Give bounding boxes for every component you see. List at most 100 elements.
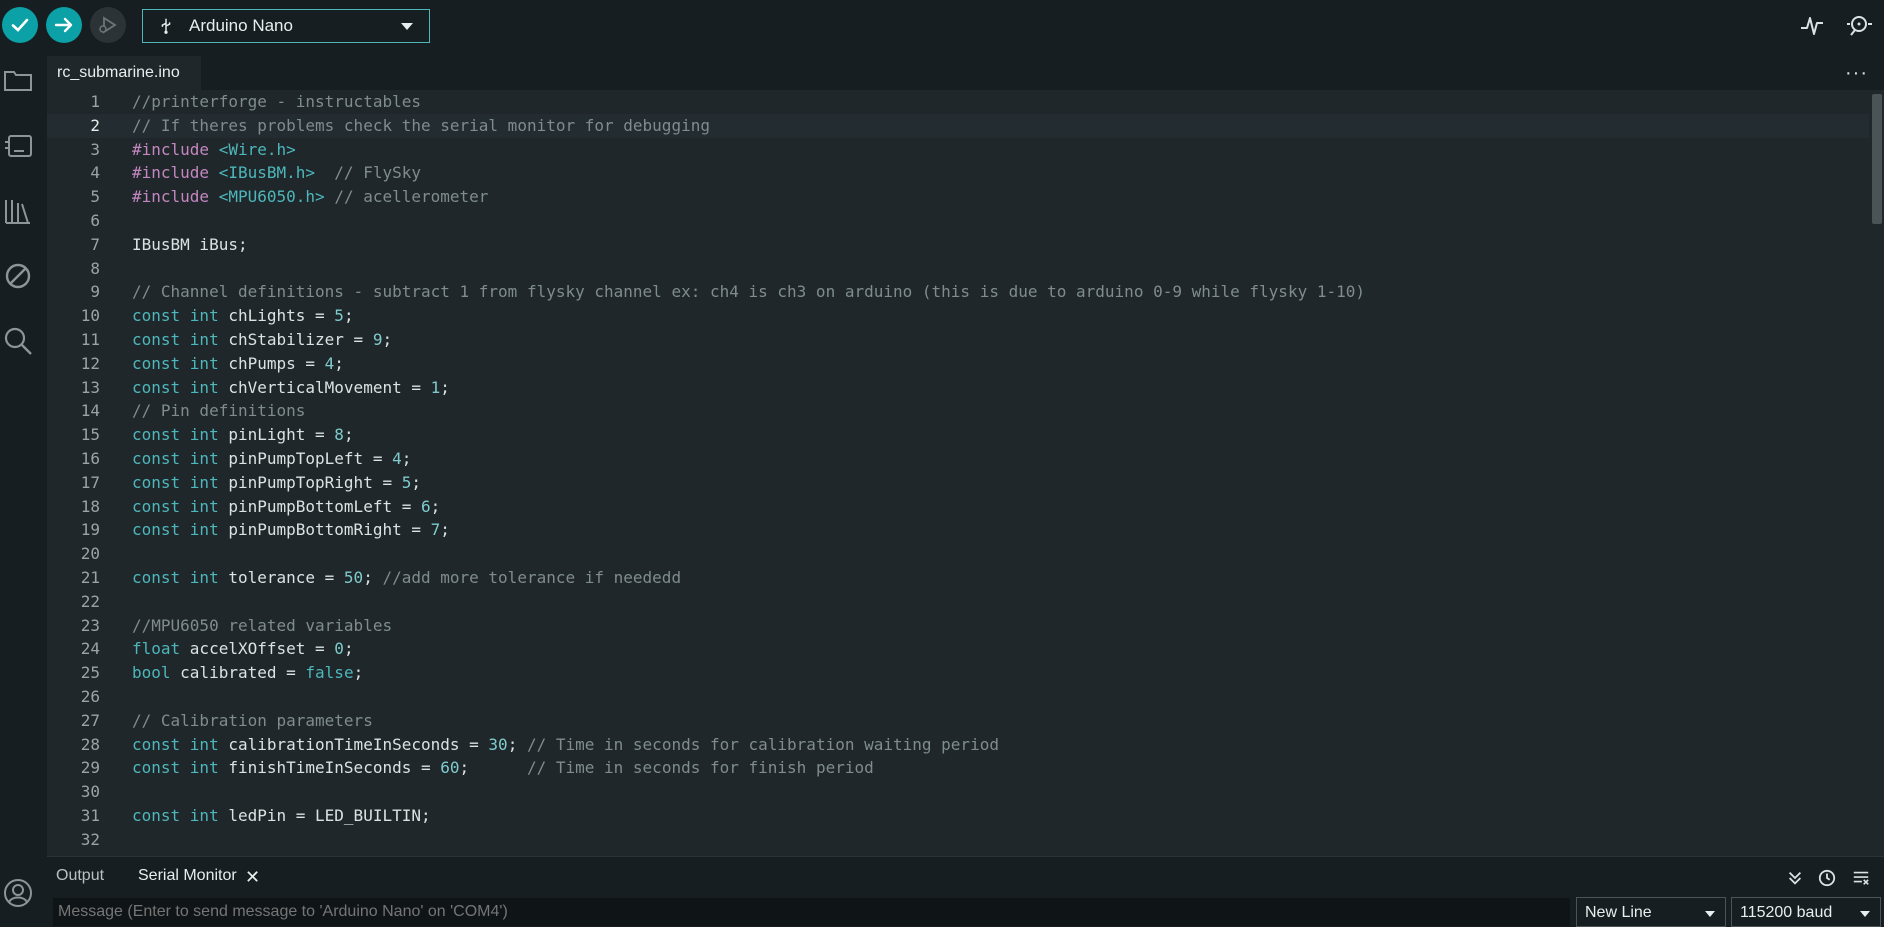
- code-line[interactable]: 20: [47, 542, 1869, 566]
- line-number: 32: [80, 829, 100, 849]
- line-number: 4: [90, 163, 100, 183]
- chevron-down-icon: [1705, 911, 1715, 917]
- file-tab[interactable]: rc_submarine.ino: [47, 56, 201, 90]
- code-text: #include <IBusBM.h> // FlySky: [132, 163, 421, 183]
- code-line[interactable]: 18 const int pinPumpBottomLeft = 6;: [47, 495, 1869, 519]
- code-line[interactable]: 11 const int chStabilizer = 9;: [47, 328, 1869, 352]
- code-line[interactable]: 21 const int tolerance = 50; //add more t…: [47, 566, 1869, 590]
- serial-plotter-button[interactable]: [1799, 12, 1825, 38]
- debug-button[interactable]: [90, 7, 126, 43]
- code-text: const int chPumps = 4;: [132, 353, 344, 373]
- code-line[interactable]: 24 float accelXOffset = 0;: [47, 637, 1869, 661]
- code-line[interactable]: 28 const int calibrationTimeInSeconds = 3…: [47, 733, 1869, 757]
- code-text: const int tolerance = 50; //add more tol…: [132, 568, 682, 587]
- line-number: 16: [80, 449, 100, 468]
- vertical-scrollbar[interactable]: [1869, 90, 1884, 856]
- code-line[interactable]: 17 const int pinPumpTopRight = 5;: [47, 471, 1869, 495]
- code-text: IBusBM iBus;: [132, 234, 248, 254]
- code-line[interactable]: 26: [47, 685, 1869, 709]
- code-text: const int pinPumpTopLeft = 4;: [132, 449, 412, 468]
- line-number: 28: [80, 734, 100, 754]
- code-line[interactable]: 2 // If theres problems check the serial …: [47, 113, 1869, 138]
- code-text: // Channel definitions - subtract 1 from…: [132, 282, 1365, 302]
- code-line[interactable]: 29 const int finishTimeInSeconds = 60; //…: [47, 756, 1869, 780]
- bottom-panel: Output Serial Monitor ✕ New Line 115200 …: [47, 856, 1884, 927]
- code-line[interactable]: 7 IBusBM iBus;: [47, 233, 1869, 257]
- code-text: const int pinPumpBottomRight = 7;: [132, 520, 450, 540]
- code-line[interactable]: 10 const int chLights = 5;: [47, 304, 1869, 328]
- pulse-icon: [1801, 17, 1823, 35]
- line-number: 8: [90, 258, 100, 278]
- tab-serial-monitor[interactable]: Serial Monitor: [130, 867, 245, 891]
- chevron-down-icon: [1860, 911, 1870, 917]
- code-line[interactable]: 8: [47, 257, 1869, 281]
- line-number: 24: [80, 639, 100, 659]
- library-manager-icon[interactable]: [0, 193, 36, 229]
- line-number: 19: [80, 520, 100, 540]
- code-line[interactable]: 12 const int chPumps = 4;: [47, 352, 1869, 376]
- code-line[interactable]: 13 const int chVerticalMovement = 1;: [47, 376, 1869, 400]
- toggle-autoscroll-button[interactable]: [1781, 865, 1809, 891]
- code-line[interactable]: 6: [47, 209, 1869, 233]
- debug-play-icon: [99, 16, 117, 34]
- code-line[interactable]: 15 const int pinLight = 8;: [47, 423, 1869, 447]
- line-number: 2: [90, 115, 100, 135]
- verify-button[interactable]: [2, 7, 38, 43]
- line-ending-select[interactable]: New Line: [1576, 897, 1726, 927]
- line-number: 6: [90, 211, 100, 230]
- line-number: 22: [80, 591, 100, 611]
- more-options-icon[interactable]: ···: [1845, 62, 1868, 85]
- line-number: 7: [90, 234, 100, 254]
- file-tab-label: rc_submarine.ino: [57, 64, 180, 81]
- baud-rate-select[interactable]: 115200 baud: [1731, 897, 1881, 927]
- chevron-down-icon: [401, 23, 413, 30]
- code-line[interactable]: 27 // Calibration parameters: [47, 709, 1869, 733]
- code-line[interactable]: 22: [47, 590, 1869, 614]
- boards-manager-icon[interactable]: [0, 128, 36, 164]
- line-number: 15: [80, 425, 100, 445]
- code-line[interactable]: 3 #include <Wire.h>: [47, 138, 1869, 162]
- scrollbar-thumb[interactable]: [1872, 94, 1882, 224]
- code-line[interactable]: 1 //printerforge - instructables: [47, 90, 1869, 114]
- code-line[interactable]: 30: [47, 780, 1869, 804]
- line-number: 10: [80, 306, 100, 326]
- code-text: const int pinLight = 8;: [132, 425, 354, 445]
- line-number: 14: [80, 401, 100, 421]
- editor-area: rc_submarine.ino ··· 1 //printerforge - i…: [47, 50, 1884, 856]
- code-line[interactable]: 19 const int pinPumpBottomRight = 7;: [47, 518, 1869, 542]
- board-name: Arduino Nano: [189, 16, 293, 35]
- code-line[interactable]: 14 // Pin definitions: [47, 399, 1869, 423]
- sketchbook-folder-icon[interactable]: [0, 62, 36, 98]
- toggle-timestamp-button[interactable]: [1813, 865, 1841, 891]
- clear-output-button[interactable]: [1847, 865, 1875, 891]
- upload-button[interactable]: [46, 7, 82, 43]
- serial-monitor-button[interactable]: [1843, 12, 1875, 38]
- checkmark-icon: [11, 18, 29, 32]
- code-text: const int chStabilizer = 9;: [132, 330, 393, 349]
- code-line[interactable]: 23 //MPU6050 related variables: [47, 614, 1869, 638]
- code-text: const int calibrationTimeInSeconds = 30;…: [132, 734, 999, 754]
- close-icon[interactable]: ✕: [245, 867, 260, 888]
- code-editor[interactable]: 1 //printerforge - instructables 2 // If th…: [47, 90, 1869, 856]
- code-line[interactable]: 32: [47, 828, 1869, 852]
- code-line[interactable]: 31 const int ledPin = LED_BUILTIN;: [47, 804, 1869, 828]
- board-selector[interactable]: Arduino Nano: [142, 9, 430, 43]
- top-toolbar: Arduino Nano: [0, 0, 1884, 50]
- file-tab-bar: rc_submarine.ino ···: [47, 50, 1884, 90]
- code-line[interactable]: 4 #include <IBusBM.h> // FlySky: [47, 161, 1869, 185]
- code-text: bool calibrated = false;: [132, 663, 364, 683]
- code-line[interactable]: 25 bool calibrated = false;: [47, 661, 1869, 685]
- code-line[interactable]: 9 // Channel definitions - subtract 1 fro…: [47, 280, 1869, 304]
- line-number: 13: [80, 377, 100, 397]
- code-line[interactable]: 16 const int pinPumpTopLeft = 4;: [47, 447, 1869, 471]
- debug-disabled-icon[interactable]: [0, 258, 36, 294]
- line-number: 21: [80, 568, 100, 587]
- code-text: #include <Wire.h>: [132, 139, 296, 159]
- code-text: float accelXOffset = 0;: [132, 639, 354, 659]
- account-icon[interactable]: [0, 875, 36, 911]
- code-text: const int chVerticalMovement = 1;: [132, 377, 450, 397]
- code-text: // If theres problems check the serial m…: [132, 115, 710, 135]
- tab-output[interactable]: Output: [56, 867, 104, 885]
- search-icon[interactable]: [0, 323, 36, 359]
- code-line[interactable]: 5 #include <MPU6050.h> // acellerometer: [47, 185, 1869, 209]
